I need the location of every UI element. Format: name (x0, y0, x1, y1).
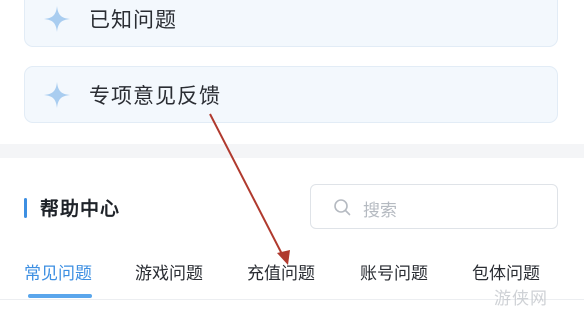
help-center-title: 帮助中心 (40, 198, 121, 220)
sparkle-icon (44, 81, 70, 108)
search-icon (334, 199, 351, 216)
tab-recharge-issues[interactable]: 充值问题 (247, 259, 315, 284)
search-input[interactable]: 搜索 (310, 184, 558, 229)
known-issues-label: 已知问题 (89, 7, 177, 32)
feedback-label: 专项意见反馈 (89, 83, 221, 108)
known-issues-card[interactable]: 已知问题 (24, 0, 558, 47)
section-accent-bar (24, 198, 27, 218)
tab-common-issues[interactable]: 常见问题 (24, 259, 92, 284)
active-tab-indicator (28, 294, 92, 298)
section-divider (0, 144, 584, 158)
tab-package-issues[interactable]: 包体问题 (472, 259, 540, 284)
search-placeholder: 搜索 (363, 201, 397, 221)
tab-game-issues[interactable]: 游戏问题 (135, 259, 203, 284)
sparkle-icon (44, 5, 70, 32)
watermark: 游侠网 (494, 289, 548, 309)
tab-account-issues[interactable]: 账号问题 (360, 259, 428, 284)
feedback-card[interactable]: 专项意见反馈 (24, 66, 558, 123)
